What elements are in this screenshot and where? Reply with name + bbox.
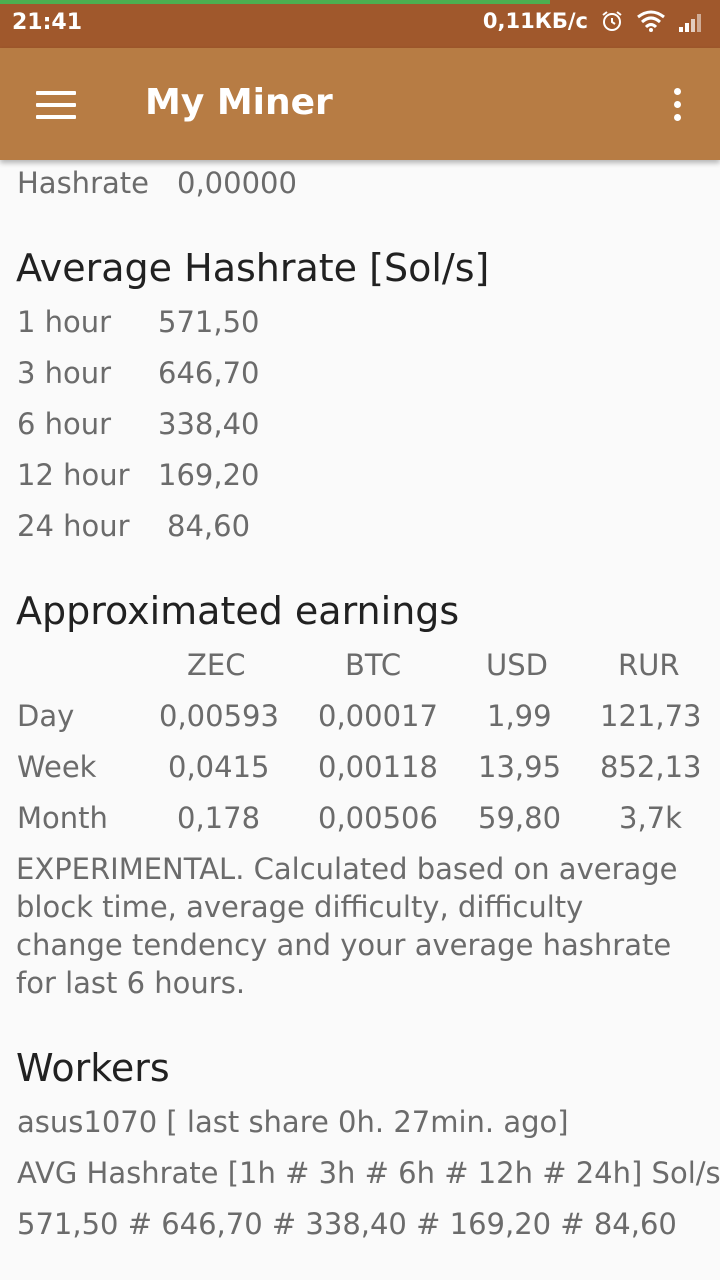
avg-row-value: 571,50 xyxy=(158,305,260,339)
earnings-row-label: Week xyxy=(17,750,97,784)
download-progress-bar xyxy=(0,0,550,4)
avg-row-label: 24 hour xyxy=(17,509,130,543)
worker-name-line: asus1070 [ last share 0h. 27min. ago] xyxy=(17,1105,569,1139)
avg-row-label: 6 hour xyxy=(17,407,112,441)
earnings-cell: 0,00017 xyxy=(318,699,438,733)
earnings-cell: 0,00506 xyxy=(318,801,438,835)
avg-row-label: 1 hour xyxy=(17,305,112,339)
wifi-icon xyxy=(637,10,665,32)
earnings-row-label: Month xyxy=(17,801,108,835)
avg-row-label: 3 hour xyxy=(17,356,112,390)
signal-icon xyxy=(679,14,701,32)
earnings-cell: 0,00593 xyxy=(159,699,279,733)
avg-row-value: 84,60 xyxy=(167,509,251,543)
earnings-cell: 0,0415 xyxy=(168,750,270,784)
hamburger-menu-icon[interactable] xyxy=(36,91,76,119)
worker-avg-values: 571,50 # 646,70 # 338,40 # 169,20 # 84,6… xyxy=(17,1207,677,1241)
earnings-title: Approximated earnings xyxy=(16,589,460,633)
status-bar: 21:41 0,11КБ/с xyxy=(0,0,720,48)
hashrate-value: 0,00000 xyxy=(177,166,297,200)
avg-row-label: 12 hour xyxy=(17,458,130,492)
app-bar: My Miner xyxy=(0,48,720,160)
network-speed: 0,11КБ/с xyxy=(482,9,588,33)
app-title: My Miner xyxy=(145,82,333,123)
average-hashrate-title: Average Hashrate [Sol/s] xyxy=(16,246,490,290)
workers-title: Workers xyxy=(16,1046,170,1090)
earnings-row-label: Day xyxy=(17,699,75,733)
earnings-header-usd: USD xyxy=(486,648,548,682)
earnings-cell: 121,73 xyxy=(600,699,702,733)
worker-avg-label: AVG Hashrate [1h # 3h # 6h # 12h # 24h] … xyxy=(17,1156,720,1190)
earnings-cell: 852,13 xyxy=(600,750,702,784)
avg-row-value: 338,40 xyxy=(158,407,260,441)
earnings-cell: 59,80 xyxy=(478,801,562,835)
earnings-header-btc: BTC xyxy=(345,648,402,682)
earnings-cell: 0,00118 xyxy=(318,750,438,784)
status-time: 21:41 xyxy=(12,10,83,35)
earnings-cell: 1,99 xyxy=(487,699,552,733)
earnings-cell: 13,95 xyxy=(478,750,562,784)
alarm-icon xyxy=(602,11,622,31)
earnings-header-zec: ZEC xyxy=(187,648,246,682)
overflow-menu-icon[interactable] xyxy=(672,88,682,122)
avg-row-value: 169,20 xyxy=(158,458,260,492)
avg-row-value: 646,70 xyxy=(158,356,260,390)
earnings-disclaimer: EXPERIMENTAL. Calculated based on averag… xyxy=(16,852,678,1000)
earnings-cell: 0,178 xyxy=(177,801,261,835)
earnings-cell: 3,7k xyxy=(619,801,682,835)
status-icons: 0,11КБ/с xyxy=(483,9,706,33)
hashrate-label: Hashrate xyxy=(17,166,149,200)
earnings-header-rur: RUR xyxy=(618,648,680,682)
